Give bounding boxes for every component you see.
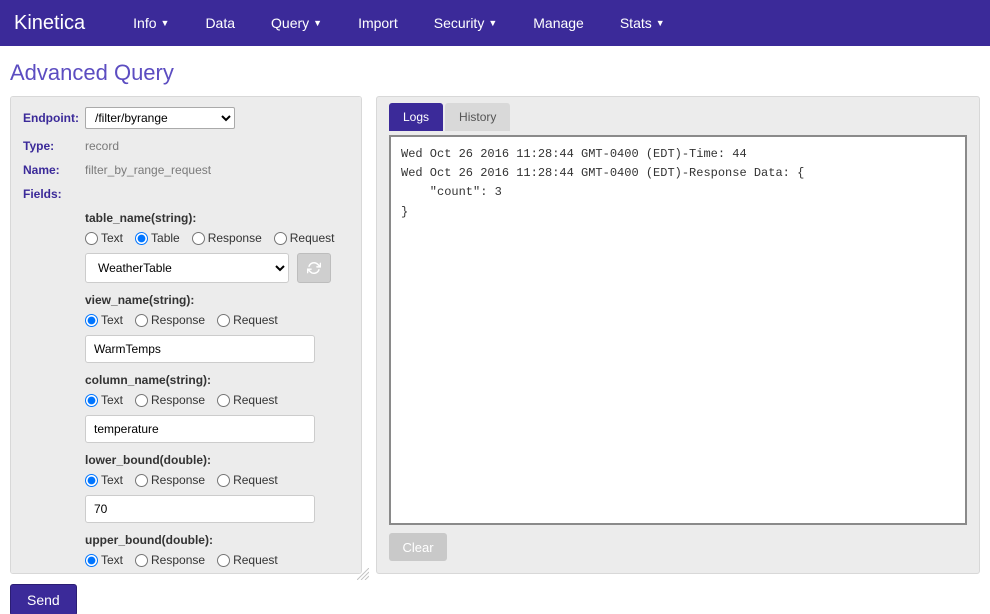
radio-row-table-name: Text Table Response Request	[85, 231, 349, 245]
radio-row-column-name: Text Response Request	[85, 393, 349, 407]
radio-option-response[interactable]: Response	[192, 231, 262, 245]
radio-option-request[interactable]: Request	[274, 231, 335, 245]
radio-input[interactable]	[135, 232, 148, 245]
main-columns: Endpoint: /filter/byrange Type: record N…	[0, 96, 990, 574]
radio-input[interactable]	[85, 314, 98, 327]
name-label: Name:	[23, 163, 85, 177]
radio-input[interactable]	[217, 394, 230, 407]
radio-label-text: Text	[101, 393, 123, 407]
field-label-view-name: view_name(string):	[85, 293, 349, 307]
radio-label-text: Request	[233, 553, 278, 567]
radio-input[interactable]	[135, 554, 148, 567]
radio-input[interactable]	[135, 314, 148, 327]
page-title: Advanced Query	[0, 46, 990, 96]
radio-input[interactable]	[135, 474, 148, 487]
radio-label-text: Request	[233, 473, 278, 487]
radio-input[interactable]	[217, 314, 230, 327]
query-form-panel: Endpoint: /filter/byrange Type: record N…	[10, 96, 362, 574]
radio-option-response[interactable]: Response	[135, 473, 205, 487]
radio-label-text: Response	[208, 231, 262, 245]
chevron-down-icon: ▼	[488, 18, 497, 28]
radio-label-text: Text	[101, 313, 123, 327]
radio-option-table[interactable]: Table	[135, 231, 180, 245]
radio-label-text: Text	[101, 553, 123, 567]
field-label-upper-bound: upper_bound(double):	[85, 533, 349, 547]
nav-item-query[interactable]: Query▼	[253, 0, 340, 46]
lower-bound-input[interactable]	[85, 495, 315, 523]
nav-item-data[interactable]: Data	[187, 0, 253, 46]
radio-option-request[interactable]: Request	[217, 393, 278, 407]
refresh-icon	[307, 261, 321, 275]
radio-label-text: Request	[290, 231, 335, 245]
radio-row-view-name: Text Response Request	[85, 313, 349, 327]
radio-label-text: Request	[233, 393, 278, 407]
view-name-input[interactable]	[85, 335, 315, 363]
chevron-down-icon: ▼	[161, 18, 170, 28]
radio-option-text[interactable]: Text	[85, 473, 123, 487]
field-label-table-name: table_name(string):	[85, 211, 349, 225]
column-name-input[interactable]	[85, 415, 315, 443]
radio-row-lower-bound: Text Response Request	[85, 473, 349, 487]
radio-option-request[interactable]: Request	[217, 553, 278, 567]
radio-input[interactable]	[192, 232, 205, 245]
nav-item-security[interactable]: Security▼	[416, 0, 516, 46]
radio-input[interactable]	[217, 554, 230, 567]
radio-input[interactable]	[274, 232, 287, 245]
tab-history[interactable]: History	[445, 103, 510, 131]
radio-label-text: Request	[233, 313, 278, 327]
type-value: record	[85, 139, 119, 153]
send-button[interactable]: Send	[10, 584, 77, 614]
radio-option-response[interactable]: Response	[135, 313, 205, 327]
endpoint-label: Endpoint:	[23, 111, 85, 125]
resize-handle-icon[interactable]	[357, 568, 369, 580]
output-panel: Logs History Wed Oct 26 2016 11:28:44 GM…	[376, 96, 980, 574]
radio-option-text[interactable]: Text	[85, 231, 123, 245]
radio-option-response[interactable]: Response	[135, 553, 205, 567]
chevron-down-icon: ▼	[656, 18, 665, 28]
radio-input[interactable]	[85, 554, 98, 567]
radio-label-text: Response	[151, 553, 205, 567]
tab-logs[interactable]: Logs	[389, 103, 443, 131]
radio-row-upper-bound: Text Response Request	[85, 553, 349, 567]
endpoint-select[interactable]: /filter/byrange	[85, 107, 235, 129]
nav-item-stats[interactable]: Stats▼	[602, 0, 683, 46]
clear-button[interactable]: Clear	[389, 533, 447, 561]
brand: Kinetica	[14, 12, 85, 35]
radio-option-response[interactable]: Response	[135, 393, 205, 407]
radio-label-text: Text	[101, 231, 123, 245]
radio-option-text[interactable]: Text	[85, 393, 123, 407]
name-value: filter_by_range_request	[85, 163, 211, 177]
type-label: Type:	[23, 139, 85, 153]
radio-option-text[interactable]: Text	[85, 553, 123, 567]
radio-input[interactable]	[85, 474, 98, 487]
radio-label-text: Response	[151, 313, 205, 327]
navbar: Kinetica Info▼DataQuery▼ImportSecurity▼M…	[0, 0, 990, 46]
radio-option-request[interactable]: Request	[217, 313, 278, 327]
field-label-lower-bound: lower_bound(double):	[85, 453, 349, 467]
radio-input[interactable]	[135, 394, 148, 407]
radio-label-text: Text	[101, 473, 123, 487]
radio-option-request[interactable]: Request	[217, 473, 278, 487]
radio-input[interactable]	[85, 232, 98, 245]
radio-label-text: Table	[151, 231, 180, 245]
field-label-column-name: column_name(string):	[85, 373, 349, 387]
radio-input[interactable]	[217, 474, 230, 487]
nav-item-info[interactable]: Info▼	[115, 0, 187, 46]
radio-label-text: Response	[151, 393, 205, 407]
radio-input[interactable]	[85, 394, 98, 407]
log-output: Wed Oct 26 2016 11:28:44 GMT-0400 (EDT)-…	[389, 135, 967, 525]
output-tabs: Logs History	[389, 103, 967, 131]
nav-item-import[interactable]: Import	[340, 0, 416, 46]
refresh-button[interactable]	[297, 253, 331, 283]
radio-option-text[interactable]: Text	[85, 313, 123, 327]
nav-item-manage[interactable]: Manage	[515, 0, 602, 46]
fields-label: Fields:	[23, 187, 85, 201]
radio-label-text: Response	[151, 473, 205, 487]
chevron-down-icon: ▼	[313, 18, 322, 28]
table-name-select[interactable]: WeatherTable	[85, 253, 289, 283]
